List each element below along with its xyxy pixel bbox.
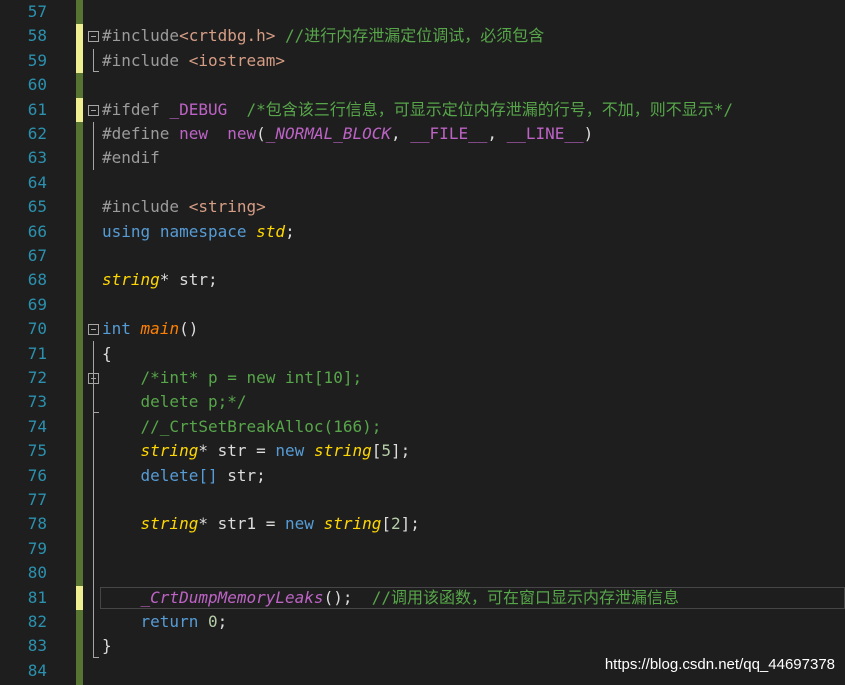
line-number: 78 — [27, 514, 47, 534]
code-text[interactable]: int main() — [102, 317, 198, 341]
code-line: 77 — [0, 488, 845, 512]
code-text[interactable]: delete p;*/ — [102, 390, 247, 414]
code-line: 76 delete[] str; — [0, 464, 845, 488]
code-line: 72 /*int* p = new int[10]; — [0, 366, 845, 390]
code-text[interactable]: #include <string> — [102, 195, 266, 219]
code-line: 81 _CrtDumpMemoryLeaks(); //调用该函数，可在窗口显示… — [0, 586, 845, 610]
code-line: 68 string* str; — [0, 268, 845, 292]
line-number: 80 — [27, 563, 47, 583]
line-number: 61 — [27, 99, 47, 119]
code-line: 63 #endif — [0, 146, 845, 170]
line-number: 77 — [27, 490, 47, 509]
line-number: 83 — [27, 636, 47, 656]
code-text[interactable]: delete[] str; — [102, 464, 266, 488]
code-line: 57 — [0, 0, 845, 24]
line-number: 62 — [27, 124, 47, 143]
code-line: 64 — [0, 171, 845, 195]
line-number: 57 — [27, 2, 47, 21]
line-number: 82 — [27, 612, 47, 631]
line-number: 81 — [27, 587, 47, 607]
code-line: 74 //_CrtSetBreakAlloc(166); — [0, 415, 845, 439]
line-number: 74 — [27, 416, 47, 436]
code-text[interactable]: #include<crtdbg.h> //进行内存泄漏定位调试，必须包含 — [102, 24, 544, 48]
code-text[interactable]: return 0; — [102, 610, 228, 634]
code-line: 80 — [0, 561, 845, 585]
code-line: 65 #include <string> — [0, 195, 845, 219]
line-number: 70 — [27, 319, 47, 339]
code-line: 67 — [0, 244, 845, 268]
line-number: 71 — [27, 343, 47, 363]
code-text[interactable]: #ifdef _DEBUG /*包含该三行信息，可显示定位内存泄漏的行号，不加，… — [102, 98, 733, 122]
code-line: 78 string* str1 = new string[2]; — [0, 512, 845, 536]
line-number: 84 — [27, 660, 47, 680]
code-text[interactable]: using namespace std; — [102, 220, 295, 244]
line-number: 73 — [27, 392, 47, 412]
code-line: 79 — [0, 537, 845, 561]
line-number: 76 — [27, 465, 47, 485]
line-number: 68 — [27, 270, 47, 290]
collapse-icon[interactable] — [88, 373, 99, 384]
line-number: 69 — [27, 294, 47, 314]
code-text[interactable]: #define new new(_NORMAL_BLOCK, __FILE__,… — [102, 122, 593, 146]
collapse-icon[interactable] — [88, 31, 99, 43]
line-number: 67 — [27, 246, 47, 265]
line-number: 63 — [27, 148, 47, 168]
line-number: 59 — [27, 50, 47, 70]
line-number: 60 — [27, 75, 47, 95]
code-line: 66 using namespace std; — [0, 220, 845, 244]
watermark: https://blog.csdn.net/qq_44697378 — [604, 656, 835, 673]
code-text[interactable]: _CrtDumpMemoryLeaks(); //调用该函数，可在窗口显示内存泄… — [102, 586, 679, 610]
code-line: 73 delete p;*/ — [0, 390, 845, 414]
code-line: 59 #include <iostream> — [0, 49, 845, 73]
code-line: 62 #define new new(_NORMAL_BLOCK, __FILE… — [0, 122, 845, 146]
code-line: 61 #ifdef _DEBUG /*包含该三行信息，可显示定位内存泄漏的行号，… — [0, 98, 845, 122]
code-line: 69 — [0, 293, 845, 317]
code-line: 58 #include<crtdbg.h> //进行内存泄漏定位调试，必须包含 — [0, 24, 845, 48]
line-number: 79 — [27, 538, 47, 558]
collapse-icon[interactable] — [88, 324, 99, 336]
code-text[interactable]: string* str1 = new string[2]; — [102, 512, 420, 536]
code-text[interactable]: string* str = new string[5]; — [102, 439, 411, 463]
code-line: 75 string* str = new string[5]; — [0, 439, 845, 463]
line-number: 58 — [27, 26, 47, 46]
code-text[interactable]: #include <iostream> — [102, 49, 285, 73]
code-text[interactable]: /*int* p = new int[10]; — [102, 366, 363, 390]
code-line: 60 — [0, 73, 845, 97]
line-number: 72 — [27, 368, 47, 387]
code-text[interactable]: } — [102, 634, 112, 658]
code-line: 82 return 0; — [0, 610, 845, 634]
code-text[interactable]: //_CrtSetBreakAlloc(166); — [102, 415, 382, 439]
code-text[interactable]: { — [102, 342, 112, 366]
line-number: 65 — [27, 197, 47, 217]
line-number: 64 — [27, 172, 47, 192]
line-number: 66 — [27, 221, 47, 241]
line-number: 75 — [27, 441, 47, 461]
code-line: 70 int main() — [0, 317, 845, 341]
code-line: 71 { — [0, 342, 845, 366]
code-text[interactable]: #endif — [102, 146, 160, 170]
collapse-icon[interactable] — [88, 104, 99, 116]
code-text[interactable]: string* str; — [102, 268, 218, 292]
